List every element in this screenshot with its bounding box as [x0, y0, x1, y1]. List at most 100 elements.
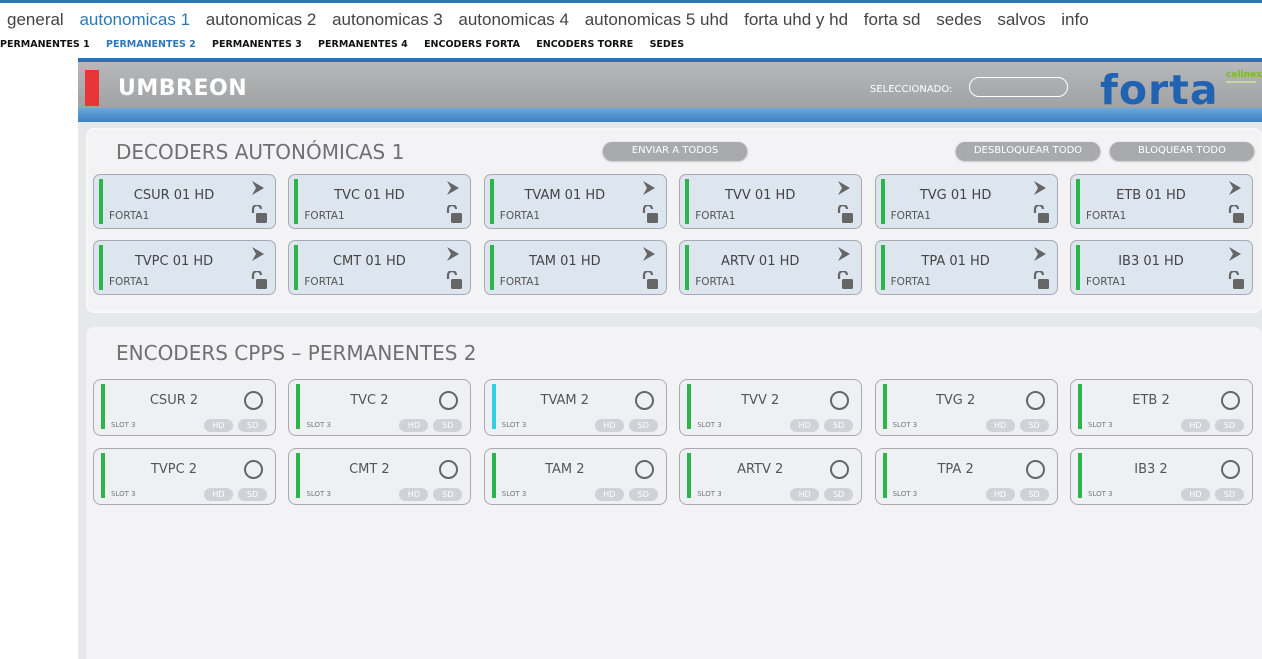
decoder-card[interactable]: TVV 01 HD FORTA1: [679, 174, 863, 229]
encoder-card[interactable]: TAM 2 SLOT 3 HD SD: [483, 448, 667, 505]
encoder-card[interactable]: IB3 2 SLOT 3 HD SD: [1070, 448, 1253, 505]
chevron-right-icon[interactable]: [1033, 181, 1047, 195]
chevron-right-icon[interactable]: [642, 181, 656, 195]
nav-autonomicas-4[interactable]: autonomicas 4: [458, 10, 569, 29]
encoder-card[interactable]: TPA 2 SLOT 3 HD SD: [874, 448, 1058, 505]
sd-toggle[interactable]: SD: [1019, 419, 1049, 432]
status-circle-icon[interactable]: [634, 391, 654, 410]
status-circle-icon[interactable]: [1221, 391, 1240, 410]
unlock-icon[interactable]: [642, 271, 658, 289]
subnav-encoders-forta[interactable]: ENCODERS FORTA: [424, 39, 520, 50]
chevron-right-icon[interactable]: [1033, 247, 1047, 261]
sd-toggle[interactable]: SD: [433, 488, 463, 501]
hd-toggle[interactable]: HD: [204, 488, 233, 501]
decoder-card[interactable]: TVG 01 HD FORTA1: [874, 174, 1058, 229]
chevron-right-icon[interactable]: [251, 247, 265, 261]
unlock-icon[interactable]: [837, 271, 854, 289]
subnav-permanentes-4[interactable]: PERMANENTES 4: [318, 39, 408, 50]
chevron-right-icon[interactable]: [251, 181, 265, 195]
decoder-card[interactable]: TPA 01 HD FORTA1: [874, 240, 1058, 295]
status-circle-icon[interactable]: [1025, 460, 1045, 479]
encoder-card[interactable]: TVPC 2 SLOT 3 HD SD: [93, 448, 276, 505]
chevron-right-icon[interactable]: [642, 247, 656, 261]
unlock-icon[interactable]: [251, 271, 267, 289]
unlock-icon[interactable]: [837, 205, 854, 223]
decoder-card[interactable]: TVPC 01 HD FORTA1: [93, 240, 276, 295]
subnav-permanentes-1[interactable]: PERMANENTES 1: [0, 39, 90, 50]
status-circle-icon[interactable]: [439, 391, 459, 410]
status-circle-icon[interactable]: [244, 460, 263, 479]
selected-field[interactable]: [969, 77, 1068, 97]
nav-autonomicas-5-uhd[interactable]: autonomicas 5 uhd: [585, 10, 729, 29]
nav-autonomicas-3[interactable]: autonomicas 3: [332, 10, 443, 29]
encoder-card[interactable]: TVV 2 SLOT 3 HD SD: [679, 379, 863, 436]
encoder-card[interactable]: ARTV 2 SLOT 3 HD SD: [679, 448, 863, 505]
chevron-right-icon[interactable]: [446, 247, 460, 261]
status-circle-icon[interactable]: [439, 460, 459, 479]
encoder-card[interactable]: CSUR 2 SLOT 3 HD SD: [93, 379, 276, 436]
sd-toggle[interactable]: SD: [628, 488, 658, 501]
chevron-right-icon[interactable]: [446, 181, 460, 195]
decoder-card[interactable]: TVAM 01 HD FORTA1: [483, 174, 667, 229]
decoder-card[interactable]: ARTV 01 HD FORTA1: [679, 240, 863, 295]
sd-toggle[interactable]: SD: [238, 488, 267, 501]
hd-toggle[interactable]: HD: [790, 488, 820, 501]
sd-toggle[interactable]: SD: [628, 419, 658, 432]
hd-toggle[interactable]: HD: [399, 419, 429, 432]
encoder-card[interactable]: CMT 2 SLOT 3 HD SD: [288, 448, 472, 505]
nav-sedes[interactable]: sedes: [936, 10, 981, 29]
sd-toggle[interactable]: SD: [238, 419, 267, 432]
sd-toggle[interactable]: SD: [824, 488, 854, 501]
unlock-icon[interactable]: [251, 205, 267, 223]
encoder-card[interactable]: ETB 2 SLOT 3 HD SD: [1070, 379, 1253, 436]
hd-toggle[interactable]: HD: [985, 419, 1015, 432]
hd-toggle[interactable]: HD: [399, 488, 429, 501]
hd-toggle[interactable]: HD: [204, 419, 233, 432]
sd-toggle[interactable]: SD: [1215, 419, 1244, 432]
sd-toggle[interactable]: SD: [824, 419, 854, 432]
unlock-icon[interactable]: [1033, 271, 1049, 289]
hd-toggle[interactable]: HD: [790, 419, 820, 432]
subnav-permanentes-2[interactable]: PERMANENTES 2: [106, 39, 196, 50]
decoder-card[interactable]: IB3 01 HD FORTA1: [1070, 240, 1253, 295]
sd-toggle[interactable]: SD: [1019, 488, 1049, 501]
nav-forta-uhd-y-hd[interactable]: forta uhd y hd: [744, 10, 848, 29]
status-circle-icon[interactable]: [830, 391, 850, 410]
hd-toggle[interactable]: HD: [1181, 488, 1210, 501]
status-circle-icon[interactable]: [830, 460, 850, 479]
unlock-all-button[interactable]: DESBLOQUEAR TODO: [956, 142, 1100, 160]
encoder-card[interactable]: TVAM 2 SLOT 3 HD SD: [483, 379, 667, 436]
send-all-button[interactable]: ENVIAR A TODOS: [603, 142, 747, 160]
unlock-icon[interactable]: [1228, 205, 1244, 223]
nav-info[interactable]: info: [1061, 10, 1088, 29]
hd-toggle[interactable]: HD: [985, 488, 1015, 501]
decoder-card[interactable]: TVC 01 HD FORTA1: [288, 174, 472, 229]
chevron-right-icon[interactable]: [1228, 247, 1242, 261]
hd-toggle[interactable]: HD: [594, 488, 624, 501]
status-circle-icon[interactable]: [634, 460, 654, 479]
unlock-icon[interactable]: [446, 205, 463, 223]
decoder-card[interactable]: TAM 01 HD FORTA1: [483, 240, 667, 295]
chevron-right-icon[interactable]: [837, 181, 851, 195]
nav-general[interactable]: general: [7, 10, 64, 29]
subnav-sedes[interactable]: SEDES: [650, 39, 685, 50]
unlock-icon[interactable]: [1033, 205, 1049, 223]
sd-toggle[interactable]: SD: [433, 419, 463, 432]
nav-salvos[interactable]: salvos: [997, 10, 1045, 29]
status-circle-icon[interactable]: [1221, 460, 1240, 479]
hd-toggle[interactable]: HD: [1181, 419, 1210, 432]
lock-all-button[interactable]: BLOQUEAR TODO: [1110, 142, 1254, 160]
nav-autonomicas-1[interactable]: autonomicas 1: [79, 10, 190, 29]
unlock-icon[interactable]: [642, 205, 658, 223]
status-circle-icon[interactable]: [244, 391, 263, 410]
chevron-right-icon[interactable]: [1228, 181, 1242, 195]
encoder-card[interactable]: TVG 2 SLOT 3 HD SD: [874, 379, 1058, 436]
decoder-card[interactable]: CMT 01 HD FORTA1: [288, 240, 472, 295]
encoder-card[interactable]: TVC 2 SLOT 3 HD SD: [288, 379, 472, 436]
sd-toggle[interactable]: SD: [1215, 488, 1244, 501]
subnav-permanentes-3[interactable]: PERMANENTES 3: [212, 39, 302, 50]
unlock-icon[interactable]: [1228, 271, 1244, 289]
chevron-right-icon[interactable]: [837, 247, 851, 261]
nav-forta-sd[interactable]: forta sd: [864, 10, 921, 29]
decoder-card[interactable]: ETB 01 HD FORTA1: [1070, 174, 1253, 229]
